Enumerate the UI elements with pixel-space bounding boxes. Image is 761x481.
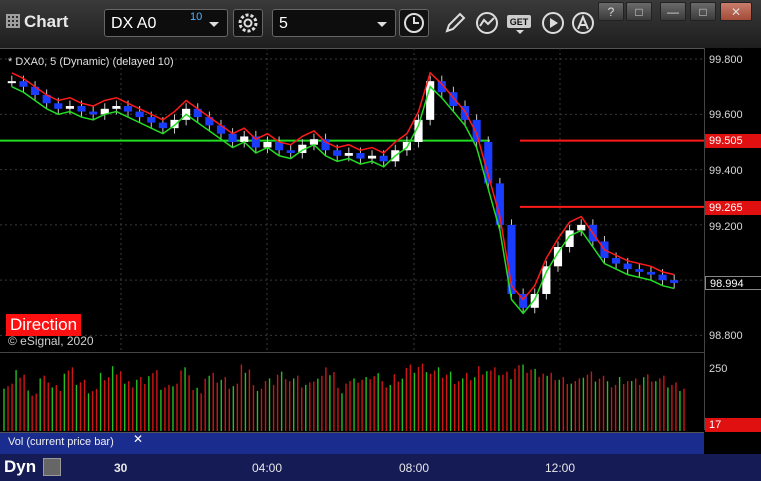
candle-body bbox=[612, 258, 621, 264]
candle-body bbox=[89, 111, 98, 115]
symbol-combo[interactable]: DX A0 10 bbox=[104, 9, 228, 37]
price-tag-level-2: 99.265 bbox=[705, 201, 761, 215]
close-icon: ✕ bbox=[730, 5, 742, 19]
chart-title: Chart bbox=[6, 12, 68, 32]
chevron-down-icon bbox=[209, 22, 219, 27]
candle-body bbox=[77, 106, 86, 112]
help-glyph: ? bbox=[607, 5, 615, 19]
red-trend-line bbox=[11, 71, 675, 301]
x-tick: 30 bbox=[114, 461, 128, 475]
candle-body bbox=[670, 280, 679, 283]
candle-body bbox=[65, 106, 74, 109]
gear-icon bbox=[238, 13, 258, 33]
candle-body bbox=[286, 150, 295, 154]
volume-pane-close-icon[interactable]: ✕ bbox=[133, 432, 143, 446]
play-icon[interactable] bbox=[540, 10, 566, 36]
symbol-delay-superscript: 10 bbox=[190, 11, 203, 23]
price-axis[interactable]: 99.800 99.600 99.400 99.200 98.800 99.50… bbox=[704, 48, 761, 432]
candle-body bbox=[123, 106, 133, 112]
link-button[interactable]: □ bbox=[626, 2, 652, 21]
x-tick: 12:00 bbox=[545, 461, 576, 475]
volume-last-tag: 17 bbox=[705, 418, 761, 432]
symbol-settings-button[interactable] bbox=[233, 9, 263, 37]
candle-body bbox=[112, 106, 121, 109]
candle-body bbox=[646, 271, 656, 275]
y-tick: 99.800 bbox=[709, 54, 743, 66]
y-tick: 99.400 bbox=[709, 165, 743, 177]
y-tick: 99.200 bbox=[709, 221, 743, 233]
chevron-down-icon bbox=[377, 22, 387, 27]
candle-body bbox=[7, 81, 16, 84]
copyright: © eSignal, 2020 bbox=[8, 334, 94, 348]
candle-body bbox=[147, 117, 156, 123]
interval-value: 5 bbox=[279, 15, 288, 32]
candle-body bbox=[344, 153, 353, 156]
chart-grid-icon bbox=[6, 14, 20, 28]
volume-pane-label: Vol (current price bar) bbox=[8, 436, 114, 448]
x-tick: 04:00 bbox=[252, 461, 283, 475]
y-tick: 98.800 bbox=[709, 330, 743, 342]
clock-icon bbox=[404, 13, 424, 33]
get-data-icon[interactable]: GET bbox=[506, 10, 536, 36]
time-template-button[interactable] bbox=[399, 9, 429, 37]
svg-text:GET: GET bbox=[510, 17, 529, 27]
alert-icon[interactable] bbox=[570, 10, 596, 36]
candle-body bbox=[379, 155, 388, 162]
candle-body bbox=[54, 103, 63, 109]
link-glyph: □ bbox=[635, 5, 643, 19]
price-tag-last: 98.994 bbox=[705, 276, 761, 290]
direction-indicator-label[interactable]: Direction bbox=[6, 314, 82, 336]
maximize-glyph: □ bbox=[699, 5, 707, 19]
candle-body bbox=[623, 263, 632, 270]
candle-body bbox=[228, 133, 237, 142]
chart-window: Chart DX A0 10 5 GET ? □ — □ ✕ * DXA0, 5… bbox=[0, 0, 761, 481]
volume-y-tick: 250 bbox=[709, 363, 728, 375]
price-chart[interactable] bbox=[0, 48, 704, 352]
dynamic-mode-label[interactable]: Dyn bbox=[4, 457, 36, 477]
candle-body bbox=[367, 155, 377, 159]
green-trend-line bbox=[11, 85, 675, 315]
volume-chart[interactable] bbox=[0, 352, 704, 431]
candle-body bbox=[356, 153, 365, 159]
pencil-icon[interactable] bbox=[442, 10, 468, 36]
candle-body bbox=[135, 111, 144, 118]
close-button[interactable]: ✕ bbox=[720, 2, 752, 21]
candle-body bbox=[19, 81, 28, 87]
candle-body bbox=[333, 150, 342, 156]
minimize-button[interactable]: — bbox=[660, 2, 686, 21]
chart-legend: * DXA0, 5 (Dynamic) (delayed 10) bbox=[8, 56, 174, 68]
candle-body bbox=[530, 293, 539, 308]
x-tick: 08:00 bbox=[399, 461, 430, 475]
maximize-button[interactable]: □ bbox=[690, 2, 716, 21]
lock-icon[interactable] bbox=[43, 458, 61, 476]
candle-body bbox=[635, 269, 644, 272]
candle-body bbox=[472, 119, 481, 142]
candle-body bbox=[158, 122, 167, 129]
candle-body bbox=[658, 274, 667, 281]
candle-body bbox=[321, 139, 330, 151]
chart-title-text: Chart bbox=[24, 12, 69, 31]
symbol-value: DX A0 bbox=[111, 15, 157, 32]
interval-combo[interactable]: 5 bbox=[272, 9, 396, 37]
y-tick: 99.600 bbox=[709, 109, 743, 121]
price-tag-level-1: 99.505 bbox=[705, 134, 761, 148]
help-button[interactable]: ? bbox=[598, 2, 624, 21]
minimize-glyph: — bbox=[667, 5, 679, 19]
study-icon[interactable] bbox=[474, 10, 500, 36]
toolbar: Chart DX A0 10 5 GET ? □ — □ ✕ bbox=[0, 0, 761, 49]
